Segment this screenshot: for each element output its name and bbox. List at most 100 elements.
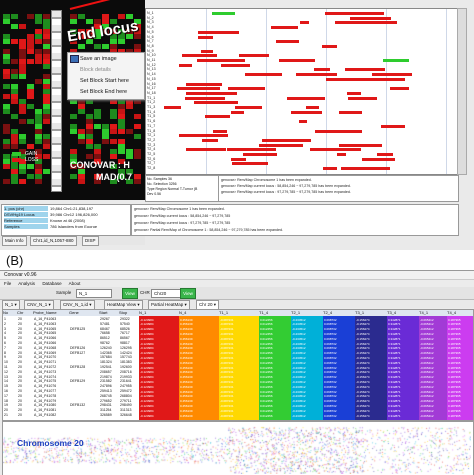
sample-value-cell[interactable]: 0.187365 [448,337,461,341]
loss-block[interactable] [315,129,362,133]
sample-value-cell[interactable]: 0.342871 [388,322,401,326]
menu-analysis[interactable]: Analysis [18,281,35,286]
loss-block[interactable] [198,30,222,34]
sample-value-cell[interactable]: -0.087231 [220,404,234,408]
table-cell[interactable]: 20 [18,360,33,365]
column-header[interactable]: Gene [69,310,100,316]
sample-value-cell[interactable]: 0.187365 [448,409,461,413]
sample-value-cell[interactable]: -0.156274 [356,375,370,379]
sample-value-cell[interactable]: 0.012456 [260,394,273,398]
loss-block[interactable] [351,12,384,15]
sample-value-cell[interactable]: 0.342871 [388,346,401,350]
sample-value-cell[interactable]: -0.087231 [220,370,234,374]
loss-block[interactable] [279,59,315,62]
sample-value-cell[interactable]: -0.123984 [140,399,154,403]
sample-value-cell[interactable]: -0.087231 [220,337,234,341]
loss-block[interactable] [350,16,391,20]
loss-block[interactable] [235,106,262,109]
sample-value-cell[interactable]: -0.087231 [220,356,234,360]
loss-block[interactable] [390,87,409,91]
sample-value-cell[interactable]: 0.456139 [180,394,193,398]
table-cell[interactable]: 311313 [120,408,139,413]
sample-value-cell[interactable]: 0.187365 [448,385,461,389]
sample-value-cell[interactable]: 0.456139 [180,337,193,341]
sample-value-cell[interactable]: 0.342871 [388,337,401,341]
loss-block[interactable] [362,157,395,161]
sample-value-cell[interactable]: 0.098732 [324,394,337,398]
column-header[interactable]: Probe_Name [33,310,70,316]
sample-value-cell[interactable]: 0.342871 [388,414,401,418]
loss-block[interactable] [377,153,393,156]
sample-value-cell[interactable]: -0.156274 [356,327,370,331]
sample-value-cell[interactable]: 0.342871 [388,351,401,355]
loss-block[interactable] [202,138,218,142]
sample-value-cell[interactable]: -0.234512 [292,351,306,355]
sample-value-cell[interactable]: -0.123984 [140,342,154,346]
sample-value-cell[interactable]: 0.012456 [260,332,273,336]
loss-block[interactable] [306,106,319,109]
loss-block[interactable] [299,120,307,124]
loss-block[interactable] [296,73,337,77]
sample-value-cell[interactable]: -0.087231 [220,375,234,379]
loss-block[interactable] [259,143,303,147]
chromosome-ideogram[interactable] [51,10,62,192]
sample-value-cell[interactable]: 0.098732 [324,346,337,350]
sample-value-cell[interactable]: 0.012456 [260,318,273,322]
sample-value-cell[interactable]: -0.123984 [140,318,154,322]
sample-value-cell[interactable]: -0.123984 [140,390,154,394]
sample-value-cell[interactable]: -0.065412 [420,385,434,389]
table-cell[interactable]: 311254 [100,408,119,413]
sample-value-cell[interactable]: 0.098732 [324,375,337,379]
sample-value-cell[interactable]: -0.065412 [420,361,434,365]
sample-value-cell[interactable]: -0.123984 [140,375,154,379]
sample-value-cell[interactable]: 0.098732 [324,337,337,341]
sample-value-cell[interactable]: -0.065412 [420,380,434,384]
sample-value-cell[interactable]: 0.012456 [260,337,273,341]
sample-value-cell[interactable]: 0.456139 [180,356,193,360]
sample-value-cell[interactable]: -0.087231 [220,318,234,322]
sample-value-cell[interactable]: 0.456139 [180,380,193,384]
sample-value-cell[interactable]: 0.456139 [180,366,193,370]
sample-value-cell[interactable]: 0.456139 [180,414,193,418]
vertical-scrollbar[interactable] [457,8,467,175]
loss-block[interactable] [339,143,382,147]
sample-value-cell[interactable]: 0.098732 [324,356,337,360]
sample-value-cell[interactable]: -0.123984 [140,351,154,355]
loss-block[interactable] [348,96,377,100]
sample-value-cell[interactable]: 0.098732 [324,361,337,365]
sample-value-cell[interactable]: -0.156274 [356,322,370,326]
loss-block[interactable] [276,40,299,44]
sample-value-cell[interactable]: 0.098732 [324,404,337,408]
loss-block[interactable] [360,167,390,171]
sample-value-cell[interactable]: 0.012456 [260,327,273,331]
sample-value-cell[interactable]: -0.065412 [420,351,434,355]
sample-value-cell[interactable]: -0.087231 [220,394,234,398]
sample-value-cell[interactable]: -0.065412 [420,390,434,394]
sample-value-cell[interactable]: -0.065412 [420,346,434,350]
sample-value-cell[interactable]: 0.456139 [180,327,193,331]
table-cell[interactable]: 86567 [120,336,139,341]
loss-block[interactable] [323,167,337,171]
sample-value-cell[interactable]: -0.065412 [420,375,434,379]
table-cell[interactable] [70,360,99,365]
sample-value-cell[interactable]: -0.065412 [420,394,434,398]
sample-value-cell[interactable]: 0.187365 [448,366,461,370]
sample-value-cell[interactable]: 0.456139 [180,361,193,365]
loss-block[interactable] [179,63,192,67]
sample-value-cell[interactable]: -0.234512 [292,375,306,379]
sample-value-cell[interactable]: 0.187365 [448,351,461,355]
sample-value-cell[interactable]: -0.156274 [356,318,370,322]
table-cell[interactable]: A_16_P41082 [34,413,69,418]
sample-value-cell[interactable]: -0.234512 [292,390,306,394]
sample-value-cell[interactable]: -0.065412 [420,332,434,336]
sample-value-cell[interactable]: -0.234512 [292,385,306,389]
loss-block[interactable] [227,148,276,152]
sample-value-cell[interactable]: -0.065412 [420,404,434,408]
gain-block[interactable] [212,12,235,15]
loss-block[interactable] [372,73,412,77]
sample-value-cell[interactable]: 0.012456 [260,404,273,408]
sample-value-cell[interactable]: 0.187365 [448,370,461,374]
sample-value-cell[interactable]: 0.456139 [180,318,193,322]
sample-value-cell[interactable]: -0.065412 [420,366,434,370]
table-cell[interactable] [70,336,99,341]
